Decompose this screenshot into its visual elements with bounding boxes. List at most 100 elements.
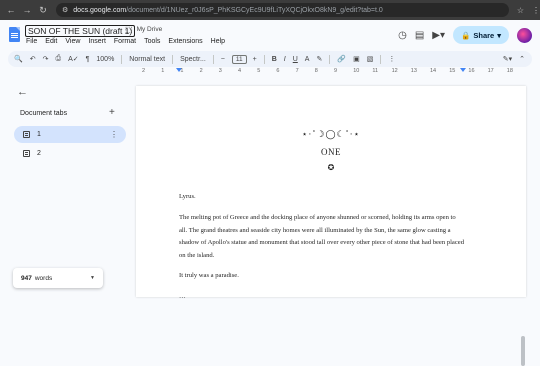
- decrease-font-size-icon[interactable]: −: [221, 56, 225, 63]
- url-host: docs.google.com: [73, 6, 127, 14]
- more-icon[interactable]: ⋮: [388, 55, 395, 63]
- tab-icon: [23, 131, 30, 138]
- ruler-number: 2: [142, 68, 146, 74]
- document-tab-1[interactable]: 1 ⋮: [14, 126, 126, 143]
- font-size-input[interactable]: 11: [231, 54, 247, 64]
- ruler-number: 15: [449, 68, 456, 74]
- ruler: 2 1 1 2 3 4 5 6 7 8 9 10 11 12 13 14 15 16 17 18: [136, 67, 526, 76]
- move-folder-icon[interactable]: ⬚: [125, 25, 133, 34]
- menu-edit[interactable]: Edit: [45, 38, 57, 45]
- tab-label: 2: [37, 150, 41, 157]
- word-count-value: 947: [21, 274, 32, 282]
- chapter-heading: ONE: [321, 147, 341, 157]
- tab-icon: [23, 150, 30, 157]
- address-bar[interactable]: ⚙ docs.google.com /document/d/1NUez_r0J6…: [56, 3, 509, 17]
- zoom-select[interactable]: 100%: [96, 56, 114, 63]
- version-history-icon[interactable]: ◷: [398, 30, 407, 41]
- search-menus-icon[interactable]: 🔍: [14, 55, 23, 63]
- paint-format-icon[interactable]: ¶: [86, 56, 90, 63]
- site-info-icon[interactable]: ⚙: [62, 6, 68, 14]
- increase-font-size-icon[interactable]: +: [253, 56, 257, 63]
- menu-extensions[interactable]: Extensions: [168, 38, 202, 45]
- docs-header: SON OF THE SUN (draft 1) ⬚ My Drive File…: [0, 20, 540, 50]
- paragraph: The melting pot of Greece and the dockin…: [179, 214, 465, 259]
- font-select[interactable]: Spectr...: [180, 56, 206, 63]
- word-count-suffix: words: [34, 274, 53, 282]
- highlight-icon[interactable]: ✎: [316, 55, 322, 63]
- ruler-number: 4: [238, 68, 242, 74]
- redo-icon[interactable]: ↷: [43, 55, 49, 63]
- back-arrow-icon[interactable]: ←: [6, 5, 16, 15]
- ruler-number: 9: [334, 68, 338, 74]
- tab-label: 1: [37, 131, 41, 138]
- docs-logo-icon[interactable]: [9, 27, 20, 42]
- spellcheck-icon[interactable]: A✓: [68, 55, 79, 63]
- document-page[interactable]: ⋆·˚☽◯☾˚·⋆ ONE ✪ Lyrus. The melting pot o…: [136, 86, 526, 366]
- menu-help[interactable]: Help: [211, 38, 225, 45]
- paragraph: Lyrus.: [179, 193, 196, 200]
- undo-icon[interactable]: ↶: [30, 55, 36, 63]
- paragraph: …: [179, 293, 186, 300]
- browser-menu-icon[interactable]: ⋮: [532, 6, 540, 15]
- editing-mode-icon[interactable]: ✎▾: [503, 55, 512, 63]
- ruler-number: 17: [487, 68, 494, 74]
- menu-file[interactable]: File: [26, 38, 37, 45]
- chapter-ornament: ⋆·˚☽◯☾˚·⋆: [301, 129, 361, 139]
- paragraph: It truly was a paradise.: [179, 272, 239, 279]
- add-tab-icon[interactable]: +: [109, 107, 115, 118]
- chapter-symbol: ✪: [327, 163, 335, 172]
- chevron-down-icon: ▾: [497, 30, 501, 40]
- print-icon[interactable]: ⎙: [55, 55, 61, 63]
- ruler-number: 12: [391, 68, 398, 74]
- meet-icon[interactable]: ▶▾: [432, 30, 445, 41]
- menu-format[interactable]: Format: [114, 38, 136, 45]
- forward-arrow-icon[interactable]: →: [22, 5, 32, 15]
- ruler-number: 7: [295, 68, 299, 74]
- reload-icon[interactable]: ↻: [38, 5, 48, 16]
- italic-icon[interactable]: I: [284, 56, 286, 63]
- ruler-number: 11: [372, 68, 379, 74]
- right-indent-marker[interactable]: [460, 68, 466, 72]
- collapse-toolbar-icon[interactable]: ⌃: [519, 55, 525, 63]
- image-icon[interactable]: ▧: [367, 55, 374, 63]
- ruler-number: 13: [410, 68, 417, 74]
- underline-icon[interactable]: U: [293, 56, 298, 63]
- back-arrow-icon[interactable]: ←: [17, 86, 28, 98]
- share-label: Share: [473, 30, 495, 40]
- ruler-number: 6: [276, 68, 280, 74]
- browser-toolbar: ← → ↻ ⚙ docs.google.com /document/d/1NUe…: [0, 0, 540, 20]
- ruler-number: 16: [468, 68, 475, 74]
- lock-icon: 🔒: [461, 30, 471, 40]
- url-path: /document/d/1NUez_r0J6sP_PhKSGCyEc9U9fLi…: [126, 6, 383, 14]
- scrollbar-thumb[interactable]: [521, 336, 525, 366]
- drive-location-label[interactable]: My Drive: [137, 26, 163, 33]
- ruler-number: 14: [430, 68, 437, 74]
- style-select[interactable]: Normal text: [129, 56, 165, 63]
- bookmark-star-icon[interactable]: ☆: [517, 6, 524, 15]
- formatting-toolbar: 🔍 ↶ ↷ ⎙ A✓ ¶ 100% Normal text Spectr... …: [8, 51, 532, 67]
- menu-insert[interactable]: Insert: [88, 38, 106, 45]
- ruler-number: 1: [180, 68, 184, 74]
- bold-icon[interactable]: B: [272, 56, 277, 63]
- word-count-widget[interactable]: 947 words ▼: [13, 268, 103, 288]
- text-color-icon[interactable]: A: [305, 56, 310, 63]
- account-avatar[interactable]: [517, 27, 532, 43]
- ruler-number: 10: [353, 68, 360, 74]
- comments-icon[interactable]: ▤: [415, 30, 424, 41]
- ruler-number: 5: [257, 68, 261, 74]
- ruler-number: 1: [161, 68, 165, 74]
- ruler-number: 3: [218, 68, 222, 74]
- ruler-number: 18: [506, 68, 513, 74]
- menu-view[interactable]: View: [65, 38, 80, 45]
- menu-bar: File Edit View Insert Format Tools Exten…: [26, 38, 225, 45]
- link-icon[interactable]: 🔗: [337, 55, 346, 63]
- comment-icon[interactable]: ▣: [353, 55, 360, 63]
- tab-options-icon[interactable]: ⋮: [110, 130, 118, 139]
- share-button[interactable]: 🔒 Share ▾: [453, 26, 509, 44]
- ruler-number: 2: [199, 68, 203, 74]
- document-title-input[interactable]: SON OF THE SUN (draft 1): [25, 25, 136, 37]
- document-tabs-heading: Document tabs: [20, 110, 68, 117]
- document-tab-2[interactable]: 2: [14, 145, 126, 162]
- ruler-number: 8: [314, 68, 318, 74]
- menu-tools[interactable]: Tools: [144, 38, 160, 45]
